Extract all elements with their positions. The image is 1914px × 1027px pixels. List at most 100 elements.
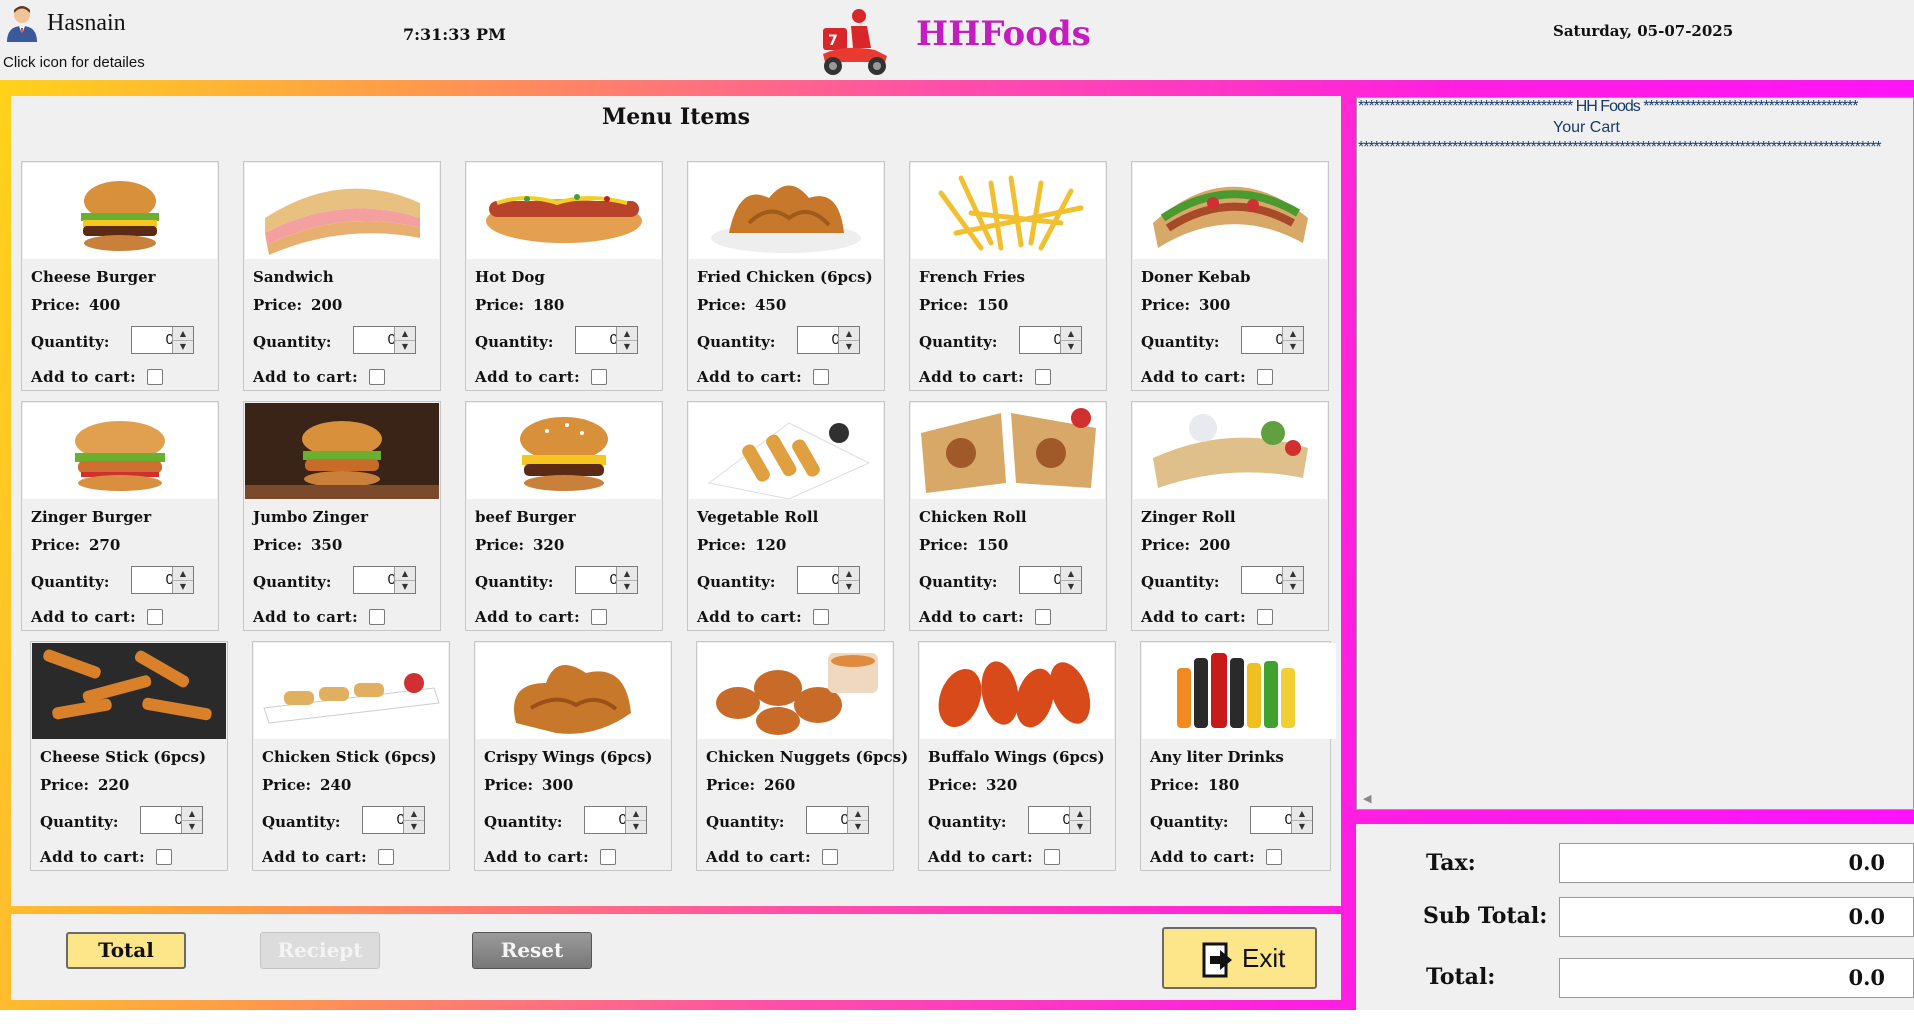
subtotal-field[interactable]: 0.0: [1559, 897, 1914, 937]
add-to-cart-checkbox[interactable]: [591, 369, 607, 385]
quantity-spinner[interactable]: 0 ▲ ▼: [1241, 326, 1304, 354]
spin-down-icon[interactable]: ▼: [404, 820, 424, 833]
spin-up-icon[interactable]: ▲: [173, 327, 193, 341]
spin-up-icon[interactable]: ▲: [1061, 327, 1081, 341]
quantity-spinner[interactable]: 0 ▲ ▼: [797, 566, 860, 594]
quantity-spinner[interactable]: 0 ▲ ▼: [575, 566, 638, 594]
quantity-value[interactable]: 0: [1029, 811, 1071, 828]
total-button[interactable]: Total: [66, 932, 186, 969]
quantity-value[interactable]: 0: [132, 331, 174, 348]
quantity-spinner[interactable]: 0 ▲ ▼: [797, 326, 860, 354]
add-to-cart-checkbox[interactable]: [1035, 609, 1051, 625]
quantity-spinner[interactable]: 0 ▲ ▼: [140, 806, 203, 834]
add-to-cart-checkbox[interactable]: [813, 609, 829, 625]
quantity-spinner[interactable]: 0 ▲ ▼: [353, 326, 416, 354]
spin-up-icon[interactable]: ▲: [848, 807, 868, 821]
spin-down-icon[interactable]: ▼: [182, 820, 202, 833]
add-to-cart-checkbox[interactable]: [1044, 849, 1060, 865]
add-to-cart-checkbox[interactable]: [156, 849, 172, 865]
tax-field[interactable]: 0.0: [1559, 843, 1914, 883]
quantity-spinner[interactable]: 0 ▲ ▼: [1028, 806, 1091, 834]
quantity-spinner[interactable]: 0 ▲ ▼: [131, 566, 194, 594]
user-icon[interactable]: [5, 4, 39, 42]
spin-down-icon[interactable]: ▼: [1283, 580, 1303, 593]
spin-down-icon[interactable]: ▼: [1070, 820, 1090, 833]
quantity-spinner[interactable]: 0 ▲ ▼: [362, 806, 425, 834]
spin-up-icon[interactable]: ▲: [626, 807, 646, 821]
spin-up-icon[interactable]: ▲: [1292, 807, 1312, 821]
quantity-value[interactable]: 0: [798, 571, 840, 588]
quantity-spinner[interactable]: 0 ▲ ▼: [1241, 566, 1304, 594]
quantity-value[interactable]: 0: [798, 331, 840, 348]
spin-up-icon[interactable]: ▲: [1061, 567, 1081, 581]
spin-down-icon[interactable]: ▼: [626, 820, 646, 833]
spin-up-icon[interactable]: ▲: [395, 327, 415, 341]
exit-button[interactable]: Exit: [1162, 927, 1317, 989]
quantity-value[interactable]: 0: [1251, 811, 1293, 828]
spin-down-icon[interactable]: ▼: [617, 580, 637, 593]
spin-down-icon[interactable]: ▼: [395, 580, 415, 593]
spin-down-icon[interactable]: ▼: [395, 340, 415, 353]
total-field[interactable]: 0.0: [1559, 958, 1914, 998]
spin-up-icon[interactable]: ▲: [404, 807, 424, 821]
quantity-value[interactable]: 0: [1242, 331, 1284, 348]
add-to-cart-checkbox[interactable]: [147, 369, 163, 385]
quantity-value[interactable]: 0: [1020, 571, 1062, 588]
spin-down-icon[interactable]: ▼: [617, 340, 637, 353]
add-to-cart-checkbox[interactable]: [1035, 369, 1051, 385]
spin-down-icon[interactable]: ▼: [1283, 340, 1303, 353]
quantity-value[interactable]: 0: [132, 571, 174, 588]
spin-down-icon[interactable]: ▼: [839, 580, 859, 593]
quantity-spinner[interactable]: 0 ▲ ▼: [131, 326, 194, 354]
add-to-cart-checkbox[interactable]: [369, 369, 385, 385]
quantity-value[interactable]: 0: [354, 571, 396, 588]
spin-down-icon[interactable]: ▼: [173, 580, 193, 593]
quantity-spinner[interactable]: 0 ▲ ▼: [584, 806, 647, 834]
spin-up-icon[interactable]: ▲: [1283, 327, 1303, 341]
quantity-spinner[interactable]: 0 ▲ ▼: [353, 566, 416, 594]
quantity-value[interactable]: 0: [1020, 331, 1062, 348]
spin-down-icon[interactable]: ▼: [173, 340, 193, 353]
cart-panel[interactable]: [1356, 97, 1914, 810]
reset-button[interactable]: Reset: [472, 932, 592, 969]
add-to-cart-checkbox[interactable]: [1266, 849, 1282, 865]
quantity-value[interactable]: 0: [354, 331, 396, 348]
add-to-cart-checkbox[interactable]: [1257, 369, 1273, 385]
quantity-value[interactable]: 0: [585, 811, 627, 828]
add-to-cart-checkbox[interactable]: [1257, 609, 1273, 625]
add-to-cart-checkbox[interactable]: [600, 849, 616, 865]
receipt-button[interactable]: Reciept: [260, 932, 380, 969]
add-to-cart-checkbox[interactable]: [822, 849, 838, 865]
quantity-value[interactable]: 0: [1242, 571, 1284, 588]
quantity-spinner[interactable]: 0 ▲ ▼: [575, 326, 638, 354]
quantity-spinner[interactable]: 0 ▲ ▼: [1019, 566, 1082, 594]
spin-down-icon[interactable]: ▼: [1292, 820, 1312, 833]
quantity-value[interactable]: 0: [141, 811, 183, 828]
spin-up-icon[interactable]: ▲: [839, 327, 859, 341]
spin-up-icon[interactable]: ▲: [395, 567, 415, 581]
quantity-value[interactable]: 0: [363, 811, 405, 828]
spin-up-icon[interactable]: ▲: [1283, 567, 1303, 581]
spin-down-icon[interactable]: ▼: [1061, 580, 1081, 593]
spin-down-icon[interactable]: ▼: [839, 340, 859, 353]
spin-up-icon[interactable]: ▲: [617, 327, 637, 341]
quantity-value[interactable]: 0: [576, 571, 618, 588]
add-to-cart-checkbox[interactable]: [813, 369, 829, 385]
add-to-cart-checkbox[interactable]: [378, 849, 394, 865]
quantity-spinner[interactable]: 0 ▲ ▼: [1019, 326, 1082, 354]
quantity-value[interactable]: 0: [576, 331, 618, 348]
add-to-cart-checkbox[interactable]: [591, 609, 607, 625]
scroll-left-icon[interactable]: ◀: [1363, 792, 1371, 805]
spin-down-icon[interactable]: ▼: [1061, 340, 1081, 353]
spin-up-icon[interactable]: ▲: [182, 807, 202, 821]
quantity-spinner[interactable]: 0 ▲ ▼: [1250, 806, 1313, 834]
quantity-spinner[interactable]: 0 ▲ ▼: [806, 806, 869, 834]
spin-up-icon[interactable]: ▲: [173, 567, 193, 581]
add-to-cart-checkbox[interactable]: [147, 609, 163, 625]
spin-up-icon[interactable]: ▲: [839, 567, 859, 581]
spin-up-icon[interactable]: ▲: [1070, 807, 1090, 821]
quantity-value[interactable]: 0: [807, 811, 849, 828]
spin-down-icon[interactable]: ▼: [848, 820, 868, 833]
add-to-cart-checkbox[interactable]: [369, 609, 385, 625]
spin-up-icon[interactable]: ▲: [617, 567, 637, 581]
